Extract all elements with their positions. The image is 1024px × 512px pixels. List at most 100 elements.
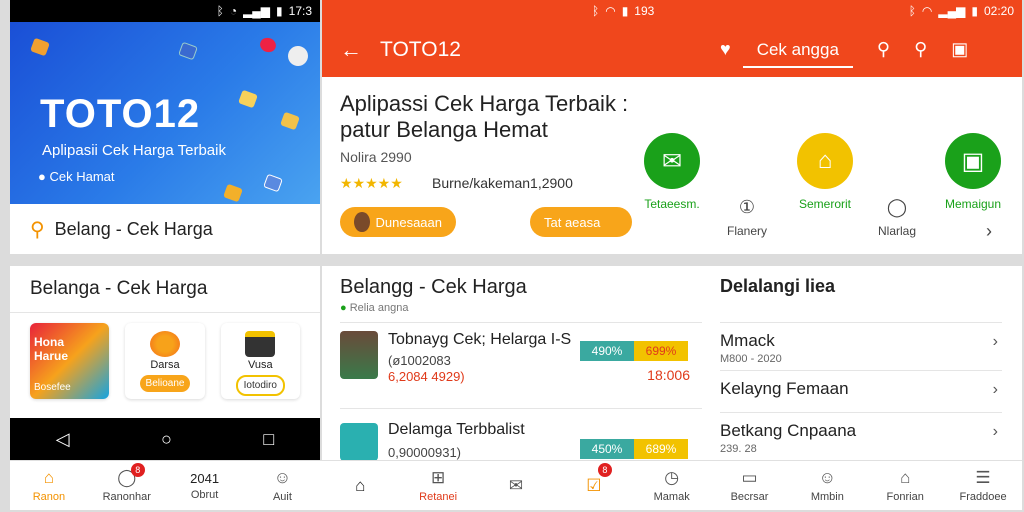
heart-icon[interactable]: ♥ — [720, 39, 731, 60]
tile-title: Hona Harue — [34, 335, 69, 364]
nav-label: Retanei — [419, 491, 458, 503]
nav-item-obrut[interactable]: 2041 Obrut — [166, 461, 244, 510]
home-icon: ⌂ — [797, 133, 853, 189]
chevron-right-icon: › — [992, 423, 998, 440]
item-sub: 0,90000931) — [388, 445, 462, 460]
percent-chip: 450% — [580, 439, 634, 459]
nav-label: Mamak — [653, 491, 690, 503]
detail-title-line1: Aplipassi Cek Harga Terbaik : — [340, 91, 629, 116]
bluetooth-icon: ᛒ — [908, 4, 916, 18]
item-name: Tobnayg Cek; Helarga I-S — [388, 331, 572, 348]
bottom-navigation: ⌂ Ranon 8 ◯ Ranonhar 2041 Obrut ☺ Auit ⌂… — [10, 460, 1022, 510]
back-arrow-icon[interactable]: ← — [340, 37, 362, 63]
side-item-sub: M800 - 2020 — [720, 353, 782, 365]
detail-subtitle: Nolira 2990 — [340, 149, 412, 165]
side-list-item[interactable]: Betkang Cnpaana 239. 28 › — [720, 412, 1002, 456]
decor-shape — [178, 41, 198, 61]
nav-item-mmbin[interactable]: ☺ Mmbin — [788, 461, 866, 510]
decor-shape — [30, 37, 50, 57]
nav-label: Ranonhar — [102, 491, 151, 503]
tab-cek-angga[interactable]: Cek angga — [742, 40, 853, 68]
nav-label: Fraddoee — [959, 491, 1007, 503]
nav-item-tasks[interactable]: 8 ☑ — [555, 461, 633, 510]
button-label: Tat aeasa — [544, 214, 601, 230]
home-icon: ⌂ — [355, 475, 366, 495]
hero-subtitle: Aplipasii Cek Harga Terbaik — [42, 142, 226, 159]
chevron-right-icon[interactable]: › — [954, 221, 1024, 248]
box-icon — [245, 331, 276, 357]
nav-item-mamak[interactable]: ◷ Mamak — [633, 461, 711, 510]
search-icon[interactable]: ⚲ — [914, 39, 927, 60]
nav-label: Ranon — [32, 491, 66, 503]
wifi-icon: ◠ — [921, 4, 933, 18]
mini-action[interactable]: ◯ Nlarlag — [862, 197, 932, 238]
review-text: Burne/kakeman1,2900 — [432, 175, 573, 191]
percent-chip: 689% — [634, 439, 688, 459]
home-nav-icon[interactable]: ○ — [161, 429, 172, 450]
category-tile[interactable]: Darsa Belioane — [125, 323, 205, 399]
side-item-name: Mmack — [720, 331, 775, 350]
percent-chip: 490% — [580, 341, 634, 361]
chevron-right-icon: › — [992, 381, 998, 398]
feature-item[interactable]: ▣ Memaigun — [928, 133, 1018, 211]
nav-item-auit[interactable]: ☺ Auit — [244, 461, 322, 510]
nav-item-fonrian[interactable]: ⌂ Fonrian — [866, 461, 944, 510]
signal-icon: ▂▄▆ — [938, 4, 966, 18]
side-list-item[interactable]: Mmack M800 - 2020 › — [720, 322, 1002, 366]
feature-label: Memaigun — [944, 197, 1002, 211]
hero-banner: TOTO12 Aplipasii Cek Harga Terbaik ● Cek… — [10, 22, 320, 204]
feature-label: Semerorit — [798, 197, 851, 211]
detail-title: Aplipassi Cek Harga Terbaik : patur Bela… — [340, 91, 670, 144]
category-tile[interactable]: Vusa Iotodiro — [220, 323, 300, 399]
side-list-item[interactable]: Kelayng Femaan › — [720, 370, 1002, 414]
chevron-glyph: › — [986, 221, 992, 241]
tile-title: Vusa — [247, 359, 273, 371]
nav-item-retanei[interactable]: ⊞ Retanei — [399, 461, 477, 510]
nav-label: Obrut — [190, 488, 219, 501]
nav-item-ranonhar[interactable]: 8 ◯ Ranonhar — [88, 461, 166, 510]
feature-item[interactable]: ⌂ Semerorit — [780, 133, 870, 211]
home-icon: ⌂ — [43, 468, 55, 487]
nav-label: Auit — [272, 491, 292, 503]
product-detail-card: Aplipassi Cek Harga Terbaik : patur Bela… — [322, 77, 1022, 254]
notification-badge: 8 — [597, 463, 612, 477]
primary-action-button[interactable]: Dunesaaan — [340, 207, 456, 237]
nav-item-mail[interactable]: ✉ — [477, 461, 555, 510]
android-nav-bar: ◁ ○ □ — [10, 418, 320, 460]
back-nav-icon[interactable]: ◁ — [56, 429, 70, 450]
nav-item-home[interactable]: ⌂ — [321, 461, 399, 510]
feature-item[interactable]: ✉ Tetaeesm. — [627, 133, 717, 211]
mini-label: Nlarlag — [877, 224, 916, 238]
decor-shape — [280, 111, 300, 131]
secondary-action-button[interactable]: Tat aeasa — [530, 207, 632, 237]
search-icon[interactable]: ⚲ — [877, 39, 890, 60]
search-bar[interactable]: ⚲ Belang - Cek Harga — [10, 204, 320, 254]
nav-item-fraddoee[interactable]: ☰ Fraddoee — [944, 461, 1022, 510]
mini-action[interactable]: ① Flanery — [712, 197, 782, 238]
nav-item-becrsar[interactable]: ▭ Becrsar — [711, 461, 789, 510]
list-heading: Belangg - Cek Harga — [340, 276, 527, 298]
tile-title: Darsa — [150, 359, 180, 371]
battery-icon: ▮ — [621, 4, 629, 18]
list-item[interactable]: Tobnayg Cek; Helarga I-S (ø1002083 6,208… — [340, 322, 702, 388]
hero-tagline: ● Cek Hamat — [38, 169, 115, 184]
card-icon: ▭ — [741, 468, 758, 487]
share-icon[interactable]: ▣ — [951, 39, 968, 60]
info-icon: ① — [738, 197, 756, 217]
notification-badge: 8 — [130, 463, 145, 477]
status-time: 17:3 — [288, 4, 312, 18]
image-icon: ▣ — [945, 133, 1001, 189]
detail-title-line2: patur Belanga Hemat — [340, 117, 548, 143]
category-tile[interactable]: Hona Harue Bosefee — [30, 323, 110, 399]
item-sub2: 6,2084 4929) — [388, 369, 465, 384]
list-subheading-text: Relia angna — [349, 302, 409, 314]
app-logo: TOTO12 — [40, 92, 201, 136]
mail-icon: ✉ — [508, 475, 524, 495]
side-item-sub: 239. 28 — [720, 443, 757, 455]
section-title: Belanga - Cek Harga — [10, 266, 320, 313]
nav-item-ranon[interactable]: ⌂ Ranon — [10, 461, 88, 510]
recents-nav-icon[interactable]: □ — [263, 429, 274, 450]
avatar — [354, 212, 370, 232]
nav-label: Fonrian — [886, 491, 924, 503]
wifi-icon: ◠ — [605, 4, 616, 18]
